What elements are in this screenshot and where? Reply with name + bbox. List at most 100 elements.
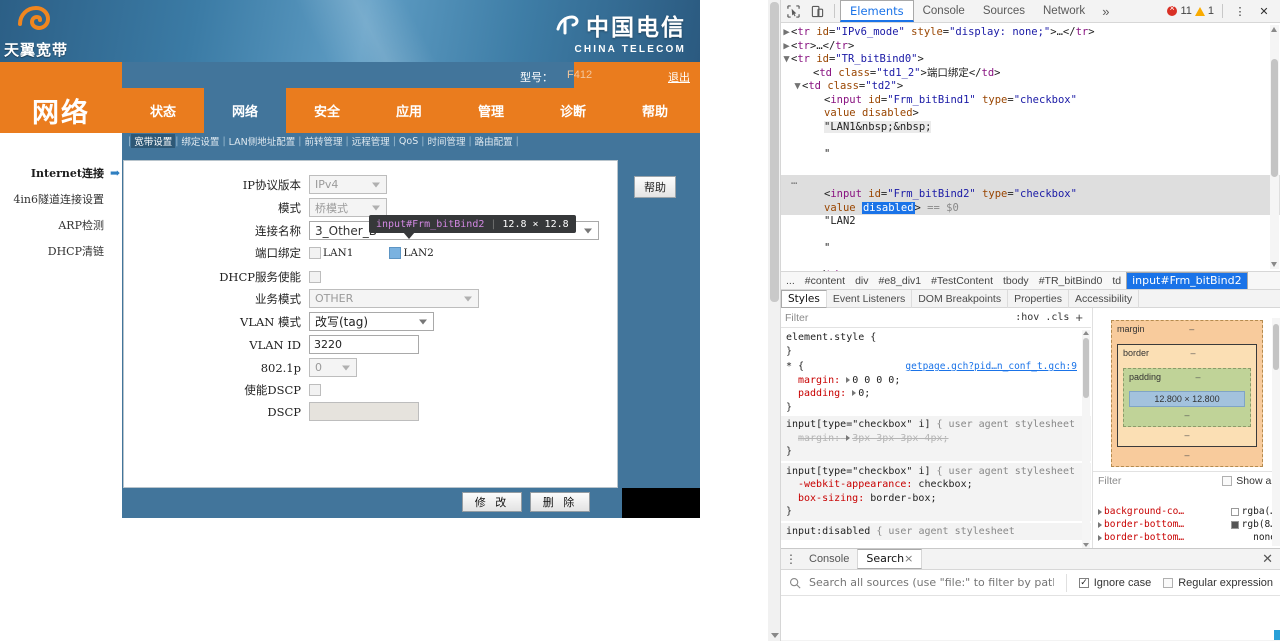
breadcrumb-item-5[interactable]: tbody	[998, 272, 1034, 289]
inspect-element-icon[interactable]	[781, 0, 805, 22]
css-property[interactable]: margin: 0 0 0 0;	[786, 374, 1091, 388]
computed-filter-input[interactable]: Filter	[1098, 475, 1121, 487]
css-property-value[interactable]: 0;	[858, 388, 870, 399]
expand-arrow-right-icon[interactable]	[1098, 508, 1102, 515]
css-selector[interactable]: input[type="checkbox" i] { user agent st…	[786, 418, 1091, 432]
new-style-rule-icon[interactable]: +	[1075, 310, 1083, 325]
dom-tree-line[interactable]: ▼<td class="td2">	[781, 80, 1280, 94]
css-property-value[interactable]: checkbox;	[918, 479, 972, 490]
breadcrumb-item-7[interactable]: td	[1107, 272, 1126, 289]
show-all-checkbox[interactable]	[1222, 476, 1233, 486]
subnav-item-3[interactable]: 前转管理	[301, 134, 345, 148]
expand-arrow-right-icon[interactable]: ▶	[782, 40, 791, 54]
subnav-item-5[interactable]: QoS	[396, 136, 421, 147]
settings-kebab-icon[interactable]: ⋮	[1228, 0, 1252, 22]
css-property-value[interactable]: 0 0 0 0;	[852, 375, 900, 386]
drawer-tab-console[interactable]: Console	[801, 549, 857, 569]
dom-tree-line[interactable]	[781, 161, 1280, 175]
breadcrumb-item-4[interactable]: #TestContent	[926, 272, 998, 289]
scroll-down-arrow-icon[interactable]	[1271, 262, 1277, 267]
scroll-up-arrow-icon[interactable]	[1082, 331, 1089, 335]
expand-arrow-down-icon[interactable]: ▼	[782, 53, 791, 67]
hov-toggle[interactable]: :hov	[1015, 312, 1039, 323]
box-model-padding[interactable]: padding – 12.800 × 12.800 –	[1123, 368, 1251, 427]
box-model-border[interactable]: border – padding – 12.800 × 12.800 – –	[1117, 344, 1257, 447]
scroll-down-arrow-icon[interactable]	[771, 633, 779, 638]
subnav-item-6[interactable]: 时间管理	[424, 134, 468, 148]
style-tab-3[interactable]: Properties	[1008, 289, 1069, 308]
scrollbar-thumb[interactable]	[1271, 59, 1278, 177]
error-count[interactable]: 11	[1180, 5, 1191, 17]
close-devtools-icon[interactable]: ✕	[1252, 0, 1276, 22]
css-selector[interactable]: element.style {	[786, 331, 1091, 345]
dom-tree-line[interactable]: <input id="Frm_bitBind2" type="checkbox"	[781, 188, 1280, 202]
dom-tree-line[interactable]: ▶<tr>…</tr>	[781, 40, 1280, 54]
main-tab-0[interactable]: 状态	[122, 88, 204, 133]
sidebar-item-3[interactable]: DHCP清链	[0, 238, 122, 264]
dom-tree-scrollbar[interactable]	[1270, 25, 1279, 269]
css-property-value[interactable]: border-box;	[870, 493, 936, 504]
scrollbar-thumb[interactable]	[1273, 324, 1279, 370]
scrollbar-thumb[interactable]	[770, 2, 779, 302]
dom-tree-line[interactable]	[781, 256, 1280, 270]
dom-tree[interactable]: ▶<tr id="IPv6_mode" style="display: none…	[781, 23, 1280, 271]
css-source-link[interactable]: getpage.gch?pid…n_conf_t.gch:9	[905, 360, 1077, 374]
devtools-tab-console[interactable]: Console	[914, 0, 974, 22]
dom-tree-line[interactable]: value disabled> == $0	[781, 201, 1280, 215]
dom-tree-line[interactable]: "LAN2	[781, 215, 1280, 229]
show-all-toggle[interactable]: Show all	[1222, 475, 1276, 487]
sidebar-item-2[interactable]: ARP检测	[0, 212, 122, 238]
css-property[interactable]: -webkit-appearance: checkbox;	[786, 478, 1091, 492]
help-button[interactable]: 帮助	[634, 176, 676, 198]
computed-property-row[interactable]: background-co… rgba(…	[1093, 505, 1280, 518]
browser-scrollbar[interactable]	[768, 0, 781, 641]
computed-property-row[interactable]: border-bottom… rgb(8…	[1093, 518, 1280, 531]
warning-count[interactable]: 1	[1208, 5, 1214, 17]
checkbox-lan2[interactable]	[389, 247, 402, 259]
breadcrumb-item-6[interactable]: #TR_bitBind0	[1034, 272, 1108, 289]
subnav-item-0[interactable]: 宽带设置	[131, 134, 176, 148]
css-selector[interactable]: input:disabled { user agent stylesheet	[786, 525, 1091, 539]
ignore-case-checkbox[interactable]	[1078, 577, 1089, 588]
dom-tree-line[interactable]: "LAN1&nbsp;&nbsp;	[781, 120, 1280, 135]
dom-tree-line[interactable]	[781, 229, 1280, 243]
style-tab-0[interactable]: Styles	[781, 289, 827, 308]
checkbox-dscp-enable[interactable]	[309, 383, 321, 396]
devtools-tab-network[interactable]: Network	[1034, 0, 1094, 22]
expand-arrow-right-icon[interactable]	[1098, 534, 1102, 541]
scroll-up-arrow-icon[interactable]	[1271, 27, 1277, 32]
css-selector[interactable]: * {getpage.gch?pid…n_conf_t.gch:9	[786, 360, 1091, 374]
css-property[interactable]: margin: 3px 3px 3px 4px;	[786, 432, 1091, 446]
main-tab-6[interactable]: 帮助	[614, 88, 696, 133]
checkbox-lan1[interactable]	[309, 247, 321, 259]
expand-arrow-down-icon[interactable]: ▼	[793, 80, 802, 94]
dom-tree-line[interactable]: <input id="Frm_bitBind1" type="checkbox"	[781, 94, 1280, 108]
devtools-tab-sources[interactable]: Sources	[974, 0, 1034, 22]
breadcrumb-item-0[interactable]: ...	[781, 272, 800, 289]
dom-tree-line[interactable]	[781, 134, 1280, 148]
expand-arrow-right-icon[interactable]	[852, 390, 857, 396]
select-ip-version[interactable]: IPv4	[309, 175, 387, 194]
checkbox-dhcp-enable[interactable]	[309, 270, 321, 283]
dom-tree-line[interactable]: value disabled>	[781, 107, 1280, 121]
delete-button[interactable]: 删 除	[530, 492, 590, 512]
dom-tree-line[interactable]: ▼<tr id="TR_bitBind0">	[781, 53, 1280, 67]
input-dscp[interactable]	[309, 402, 419, 421]
expand-arrow-right-icon[interactable]	[846, 376, 851, 383]
style-tab-4[interactable]: Accessibility	[1069, 289, 1140, 308]
style-tab-2[interactable]: DOM Breakpoints	[912, 289, 1009, 308]
dom-tree-line[interactable]: …	[781, 174, 1280, 188]
expand-arrow-right-icon[interactable]	[846, 434, 851, 441]
dom-tree-line[interactable]: <td class="td1_2">端口绑定</td>	[781, 67, 1280, 81]
dom-tree-line[interactable]: "	[781, 242, 1280, 256]
more-tabs-icon[interactable]: »	[1094, 4, 1117, 19]
css-selector[interactable]: input[type="checkbox" i] { user agent st…	[786, 465, 1091, 479]
subnav-item-7[interactable]: 路由配置	[472, 134, 516, 148]
close-drawer-icon[interactable]: ✕	[1262, 551, 1280, 567]
drawer-tab-search[interactable]: Search ×	[857, 549, 923, 569]
css-property[interactable]: padding: 0;	[786, 387, 1091, 401]
regex-option[interactable]: Regular expression	[1163, 577, 1273, 589]
expand-arrow-right-icon[interactable]	[1098, 521, 1102, 528]
styles-scrollbar[interactable]	[1082, 330, 1090, 548]
styles-filter-input[interactable]: Filter	[785, 312, 1015, 324]
